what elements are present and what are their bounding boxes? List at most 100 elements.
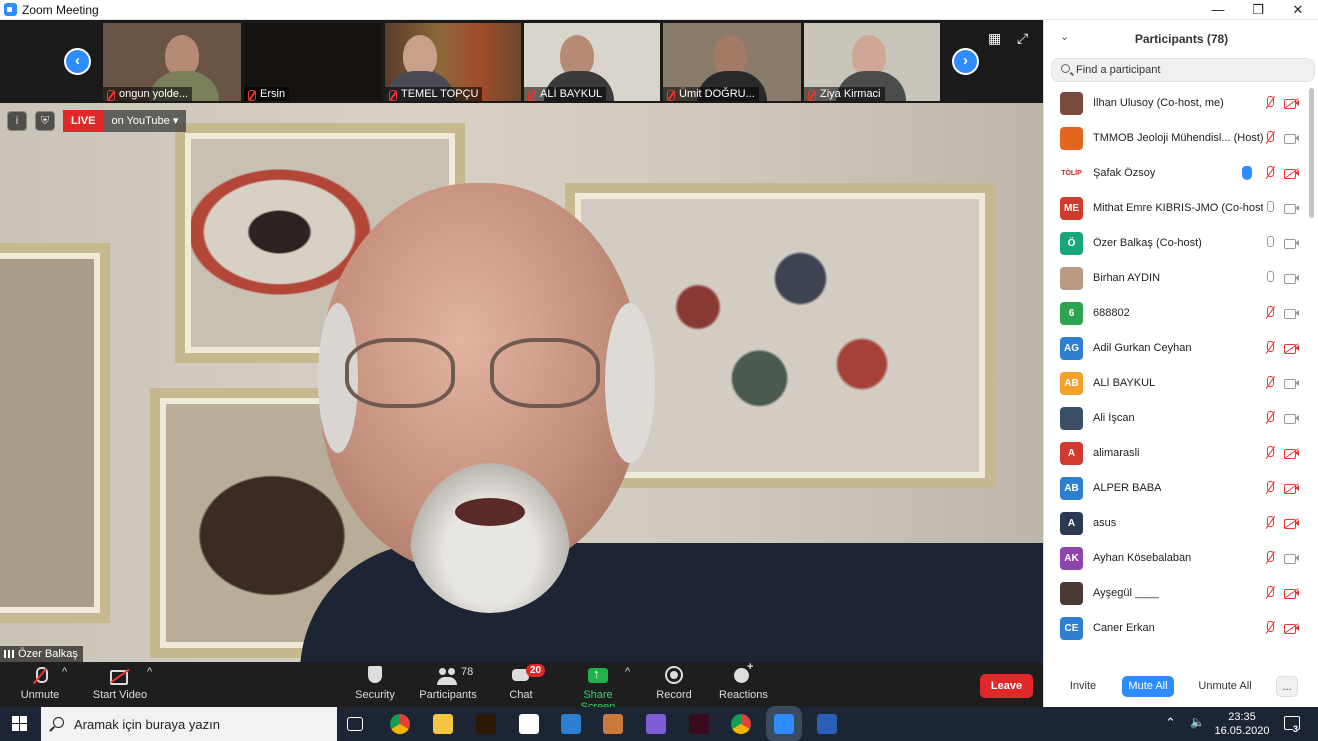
microphone-muted-icon[interactable] xyxy=(1264,481,1276,496)
close-button[interactable]: ✕ xyxy=(1278,0,1318,20)
participant-thumbnail[interactable]: ALİ BAYKUL xyxy=(524,23,660,101)
audio-options-caret[interactable]: ^ xyxy=(62,666,67,678)
reactions-button[interactable]: Reactions xyxy=(719,661,768,701)
camera-off-icon[interactable] xyxy=(1284,483,1299,495)
participant-thumbnail[interactable]: TEMEL TOPÇU xyxy=(385,23,521,101)
chrome-icon[interactable] xyxy=(390,714,410,734)
more-options-button[interactable]: ... xyxy=(1276,676,1298,697)
microphone-icon[interactable] xyxy=(1264,271,1276,286)
unmute-button[interactable]: Unmute xyxy=(20,666,60,701)
microphone-muted-icon[interactable] xyxy=(1264,341,1276,356)
participant-row[interactable]: AB ALİ BAYKUL xyxy=(1044,367,1306,402)
photos-icon[interactable] xyxy=(646,714,666,734)
participant-row[interactable]: 6 688802 xyxy=(1044,297,1306,332)
share-screen-button[interactable]: Share Screen xyxy=(566,666,630,713)
participant-thumbnail[interactable]: ongun yolde... xyxy=(103,23,241,101)
participants-button[interactable]: 78 Participants xyxy=(419,666,477,701)
microphone-muted-icon[interactable] xyxy=(1264,586,1276,601)
tray-expand-icon[interactable]: ⌃ xyxy=(1165,715,1176,731)
encryption-shield-icon[interactable]: ⛨ xyxy=(35,111,55,131)
participant-row[interactable]: AG Adil Gurkan Ceyhan xyxy=(1044,332,1306,367)
participant-row[interactable]: AB ALPER BABA xyxy=(1044,472,1306,507)
microphone-icon[interactable] xyxy=(1264,201,1276,216)
camera-off-icon[interactable] xyxy=(1284,588,1299,600)
leave-button[interactable]: Leave xyxy=(980,674,1033,698)
minimize-button[interactable]: — xyxy=(1198,0,1238,20)
participant-thumbnail[interactable]: Ziya Kirmaci xyxy=(804,23,940,101)
camera-icon[interactable] xyxy=(1284,378,1299,390)
paint-icon[interactable] xyxy=(603,714,623,734)
participant-row[interactable]: Ö Özer Balkaş (Co-host) xyxy=(1044,227,1306,262)
chat-button[interactable]: 20 Chat xyxy=(506,664,546,701)
camera-icon[interactable] xyxy=(1284,133,1299,145)
microphone-muted-icon[interactable] xyxy=(1264,551,1276,566)
word-icon[interactable] xyxy=(817,714,837,734)
indesign-icon[interactable] xyxy=(689,714,709,734)
camera-icon[interactable] xyxy=(1284,273,1299,285)
gallery-next-arrow-icon[interactable]: › xyxy=(952,48,979,75)
microphone-icon[interactable] xyxy=(1264,236,1276,251)
mute-all-button[interactable]: Mute All xyxy=(1122,676,1174,697)
store-icon[interactable] xyxy=(519,714,539,734)
microphone-muted-icon[interactable] xyxy=(1264,411,1276,426)
participant-row[interactable]: Birhan AYDIN xyxy=(1044,262,1306,297)
taskbar-search-input[interactable] xyxy=(74,716,324,732)
meeting-info-icon[interactable]: i xyxy=(7,111,27,131)
share-options-caret[interactable]: ^ xyxy=(625,666,630,678)
volume-icon[interactable]: 🔈 xyxy=(1190,715,1205,729)
participant-row[interactable]: CE Caner Erkan xyxy=(1044,612,1306,647)
task-view-icon[interactable] xyxy=(347,717,363,731)
camera-off-icon[interactable] xyxy=(1284,98,1299,110)
camera-icon[interactable] xyxy=(1284,413,1299,425)
maximize-button[interactable]: ❐ xyxy=(1238,0,1278,20)
taskbar-search[interactable] xyxy=(41,707,337,741)
live-stream-badge[interactable]: LIVE on YouTube ▾ xyxy=(63,110,187,132)
invite-button[interactable]: Invite xyxy=(1064,676,1102,697)
mail-icon[interactable] xyxy=(561,714,581,734)
microphone-muted-icon[interactable] xyxy=(1264,131,1276,146)
participant-search[interactable] xyxy=(1051,58,1315,82)
camera-off-icon[interactable] xyxy=(1284,343,1299,355)
participant-thumbnail[interactable]: Ersin xyxy=(244,23,382,101)
camera-off-icon[interactable] xyxy=(1284,168,1299,180)
microphone-muted-icon[interactable] xyxy=(1264,96,1276,111)
participant-row[interactable]: TÖLİP Şafak Özsoy xyxy=(1044,157,1306,192)
participant-row[interactable]: TMMOB Jeoloji Mühendisl... (Host) xyxy=(1044,122,1306,157)
illustrator-icon[interactable] xyxy=(476,714,496,734)
zoom-icon[interactable] xyxy=(774,714,794,734)
camera-icon[interactable] xyxy=(1284,553,1299,565)
microphone-muted-icon[interactable] xyxy=(1264,516,1276,531)
participant-row[interactable]: Ali İşcan xyxy=(1044,402,1306,437)
taskbar-clock[interactable]: 23:35 16.05.2020 xyxy=(1212,710,1272,738)
camera-icon[interactable] xyxy=(1284,203,1299,215)
security-button[interactable]: Security xyxy=(354,666,396,701)
participant-row[interactable]: İlhan Ulusoy (Co-host, me) xyxy=(1044,87,1306,122)
participant-row[interactable]: AK Ayhan Kösebalaban xyxy=(1044,542,1306,577)
camera-off-icon[interactable] xyxy=(1284,623,1299,635)
participant-row[interactable]: Aasus xyxy=(1044,507,1306,542)
windows-start-icon[interactable] xyxy=(12,716,28,732)
camera-icon[interactable] xyxy=(1284,238,1299,250)
file-explorer-icon[interactable] xyxy=(433,714,453,734)
participant-row[interactable]: Aalimarasli xyxy=(1044,437,1306,472)
camera-off-icon[interactable] xyxy=(1284,518,1299,530)
participant-search-input[interactable] xyxy=(1076,62,1306,78)
video-options-caret[interactable]: ^ xyxy=(147,666,152,678)
microphone-muted-icon[interactable] xyxy=(1264,306,1276,321)
microphone-muted-icon[interactable] xyxy=(1264,376,1276,391)
chrome-2-icon[interactable] xyxy=(731,714,751,734)
stream-destination[interactable]: on YouTube ▾ xyxy=(103,110,187,132)
unmute-all-button[interactable]: Unmute All xyxy=(1194,676,1256,697)
participant-list-scrollbar[interactable] xyxy=(1309,88,1314,218)
record-button[interactable]: Record xyxy=(656,666,692,701)
microphone-muted-icon[interactable] xyxy=(1264,446,1276,461)
start-video-button[interactable]: Start Video xyxy=(92,666,148,701)
participant-row[interactable]: ME Mithat Emre KIBRIS-JMO (Co-host) xyxy=(1044,192,1306,227)
microphone-muted-icon[interactable] xyxy=(1264,166,1276,181)
participant-row[interactable]: Ayşegül ____ xyxy=(1044,577,1306,612)
fullscreen-icon[interactable]: ⤢ xyxy=(1017,30,1028,47)
microphone-muted-icon[interactable] xyxy=(1264,621,1276,636)
gallery-prev-arrow-icon[interactable]: ‹ xyxy=(64,48,91,75)
gallery-view-icon[interactable]: ▦ xyxy=(988,30,1001,47)
participant-thumbnail[interactable]: Ümit DOĞRU... xyxy=(663,23,801,101)
